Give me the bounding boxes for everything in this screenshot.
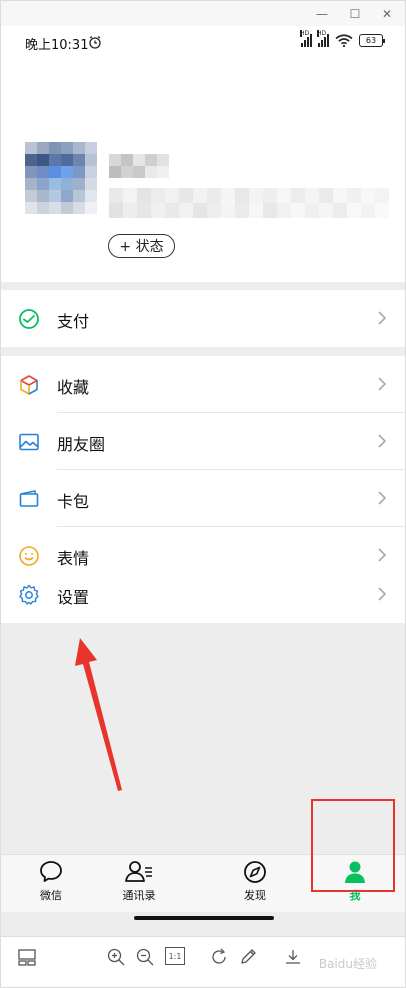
profile-header[interactable]: + 状态 xyxy=(1,58,405,282)
baidu-watermark: Baidu经验 xyxy=(318,957,377,971)
wifi-icon xyxy=(335,34,353,47)
status-indicators: HD HD 63 xyxy=(300,30,385,47)
close-button[interactable]: ✕ xyxy=(376,5,398,23)
menu-label-moments: 朋友圈 xyxy=(57,435,106,454)
tab-label-chats: 微信 xyxy=(40,889,62,902)
annotation-arrow xyxy=(75,638,122,791)
zoom-out-icon[interactable] xyxy=(135,947,155,967)
tab-discover[interactable]: 发现 xyxy=(215,859,295,911)
actual-size-button[interactable]: 1:1 xyxy=(165,947,185,965)
minimize-button[interactable]: — xyxy=(311,5,333,23)
chevron-right-icon xyxy=(378,587,387,601)
tab-chats[interactable]: 微信 xyxy=(11,859,91,911)
sticker-smile-icon xyxy=(19,546,39,566)
menu-item-moments[interactable]: 朋友圈 xyxy=(1,413,405,470)
menu-label-pay: 支付 xyxy=(57,312,90,331)
alarm-icon xyxy=(89,36,101,49)
chevron-right-icon xyxy=(378,311,387,325)
chevron-right-icon xyxy=(378,377,387,391)
home-indicator[interactable] xyxy=(134,916,274,920)
chevron-right-icon xyxy=(378,434,387,448)
menu-group-settings: 设置 xyxy=(1,566,405,623)
maximize-button[interactable]: ☐ xyxy=(344,5,366,23)
cards-wallet-icon xyxy=(19,490,39,507)
settings-gear-icon xyxy=(19,584,39,605)
menu-item-settings[interactable]: 设置 xyxy=(1,566,405,623)
favorites-cube-icon xyxy=(20,375,38,395)
menu-label-favorites: 收藏 xyxy=(57,378,90,397)
pay-icon xyxy=(19,309,39,329)
chevron-right-icon xyxy=(378,548,387,562)
wechat-id-blurred xyxy=(109,188,389,218)
viewer-toolbar: 1:1 Baidu经验 xyxy=(0,936,406,988)
tab-label-contacts: 通讯录 xyxy=(122,889,156,902)
hd-badge: HD xyxy=(317,30,327,37)
nickname-blurred xyxy=(109,154,169,178)
menu-item-favorites[interactable]: 收藏 xyxy=(1,356,405,413)
status-bar: 晚上10:31 HD HD 63 xyxy=(1,26,405,58)
menu-label-settings: 设置 xyxy=(57,588,90,607)
add-status-label: + 状态 xyxy=(119,239,164,255)
layout-icon[interactable] xyxy=(17,947,37,967)
rotate-icon[interactable] xyxy=(209,947,229,967)
download-icon[interactable] xyxy=(283,947,303,967)
pencil-icon[interactable] xyxy=(238,947,258,967)
tab-label-discover: 发现 xyxy=(244,889,266,902)
signal-icon-2: HD xyxy=(317,30,329,47)
menu-item-cards[interactable]: 卡包 xyxy=(1,470,405,527)
menu-label-cards: 卡包 xyxy=(57,492,90,511)
add-status-button[interactable]: + 状态 xyxy=(108,234,175,258)
zoom-in-icon[interactable] xyxy=(106,947,126,967)
menu-item-pay[interactable]: 支付 xyxy=(1,290,405,347)
battery-icon: 63 xyxy=(359,34,385,47)
battery-level: 63 xyxy=(365,36,377,45)
status-time: 晚上10:31 xyxy=(25,38,89,53)
window-titlebar: — ☐ ✕ xyxy=(0,0,406,26)
tab-contacts[interactable]: 通讯录 xyxy=(99,859,179,911)
moments-image-icon xyxy=(19,433,39,451)
annotation-highlight-box xyxy=(311,799,395,892)
chevron-right-icon xyxy=(378,491,387,505)
contacts-icon xyxy=(125,861,152,882)
signal-icon: HD xyxy=(300,30,312,47)
chat-bubble-icon xyxy=(40,861,62,882)
actual-size-label: 1:1 xyxy=(168,951,182,961)
menu-group-main: 收藏 朋友圈 卡包 表情 xyxy=(1,356,405,584)
avatar[interactable] xyxy=(25,142,97,214)
hd-badge: HD xyxy=(300,30,310,37)
compass-icon xyxy=(244,861,266,883)
menu-group-pay: 支付 xyxy=(1,290,405,347)
